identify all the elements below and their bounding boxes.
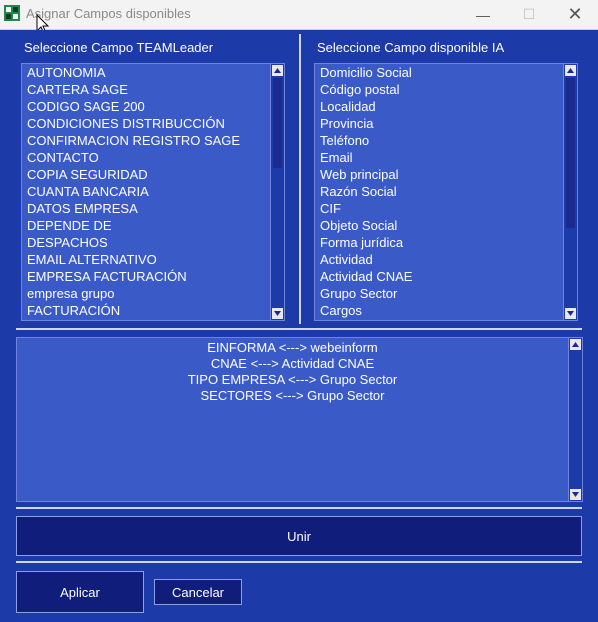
mapping-item[interactable]: EINFORMA <---> webeinform [17, 340, 568, 356]
close-button[interactable]: ✕ [552, 0, 598, 29]
list-item[interactable]: Grupo Sector [315, 285, 563, 302]
list-item[interactable]: CONTACTO [22, 149, 270, 166]
list-item[interactable]: Forma jurídica [315, 234, 563, 251]
right-list-scrollbar[interactable] [563, 64, 577, 320]
list-item[interactable]: Email [315, 149, 563, 166]
list-item[interactable]: Razón Social [315, 183, 563, 200]
teamleader-field-list[interactable]: AUTONOMIA CARTERA SAGE CODIGO SAGE 200 COND… [21, 63, 285, 321]
list-item[interactable]: CODIGO SAGE 200 [22, 98, 270, 115]
mappings-scrollbar[interactable] [568, 338, 582, 501]
separator [16, 507, 582, 509]
minimize-icon: — [476, 6, 490, 23]
mapping-item[interactable]: CNAE <---> Actividad CNAE [17, 356, 568, 372]
list-item[interactable]: EMPRESA FACTURACIÓN [22, 268, 270, 285]
mappings-list[interactable]: EINFORMA <---> webeinform CNAE <---> Acti… [16, 337, 583, 502]
separator [16, 561, 582, 563]
minimize-button[interactable]: — [460, 0, 506, 29]
list-item[interactable]: CIF [315, 200, 563, 217]
list-item[interactable]: Actividad CNAE [315, 268, 563, 285]
list-item[interactable]: CONFIRMACION REGISTRO SAGE [22, 132, 270, 149]
left-list-label: Seleccione Campo TEAMLeader [24, 40, 214, 55]
mapping-item[interactable]: SECTORES <---> Grupo Sector [17, 388, 568, 404]
vertical-divider [299, 34, 301, 324]
maximize-button[interactable]: ☐ [506, 0, 552, 29]
list-item[interactable]: Web principal [315, 166, 563, 183]
scroll-up-icon[interactable] [570, 339, 581, 350]
window-title: Asignar Campos disponibles [26, 6, 191, 21]
list-item[interactable]: AUTONOMIA [22, 64, 270, 81]
list-item[interactable]: CONDICIONES DISTRIBUCCIÓN [22, 115, 270, 132]
app-icon [4, 5, 20, 21]
close-icon: ✕ [567, 4, 583, 24]
scroll-up-icon[interactable] [565, 65, 576, 76]
scroll-up-icon[interactable] [272, 65, 283, 76]
mapping-item[interactable]: TIPO EMPRESA <---> Grupo Sector [17, 372, 568, 388]
list-item[interactable]: Localidad [315, 98, 563, 115]
list-item[interactable]: DATOS EMPRESA [22, 200, 270, 217]
right-scroll-thumb[interactable] [566, 78, 575, 228]
left-scroll-thumb[interactable] [273, 78, 282, 168]
left-list-scrollbar[interactable] [270, 64, 284, 320]
unir-button[interactable]: Unir [16, 516, 582, 556]
list-item[interactable]: CARTERA SAGE [22, 81, 270, 98]
list-item[interactable]: DEPENDE DE [22, 217, 270, 234]
title-bar: Asignar Campos disponibles — ☐ ✕ [0, 0, 598, 30]
right-list-label: Seleccione Campo disponible IA [317, 40, 505, 55]
list-item[interactable]: Código postal [315, 81, 563, 98]
list-item[interactable]: Teléfono [315, 132, 563, 149]
list-item[interactable]: EMAIL ALTERNATIVO [22, 251, 270, 268]
aplicar-button[interactable]: Aplicar [16, 571, 144, 613]
list-item[interactable]: COPIA SEGURIDAD [22, 166, 270, 183]
list-item[interactable]: empresa grupo [22, 285, 270, 302]
cancelar-button[interactable]: Cancelar [154, 579, 242, 605]
separator [16, 328, 582, 330]
list-item[interactable]: FACTURACIÓN [22, 302, 270, 319]
scroll-down-icon[interactable] [272, 308, 283, 319]
list-item[interactable]: Actividad [315, 251, 563, 268]
list-item[interactable]: Domicilio Social [315, 64, 563, 81]
ia-field-list[interactable]: Domicilio Social Código postal Localidad Pr… [314, 63, 578, 321]
scroll-down-icon[interactable] [565, 308, 576, 319]
list-item[interactable]: CUANTA BANCARIA [22, 183, 270, 200]
list-item[interactable]: Cargos [315, 302, 563, 319]
list-item[interactable]: Provincia [315, 115, 563, 132]
list-item[interactable]: DESPACHOS [22, 234, 270, 251]
dialog-body: Seleccione Campo TEAMLeader Seleccione C… [0, 30, 598, 622]
scroll-down-icon[interactable] [570, 489, 581, 500]
list-item[interactable]: Objeto Social [315, 217, 563, 234]
maximize-icon: ☐ [522, 6, 536, 22]
